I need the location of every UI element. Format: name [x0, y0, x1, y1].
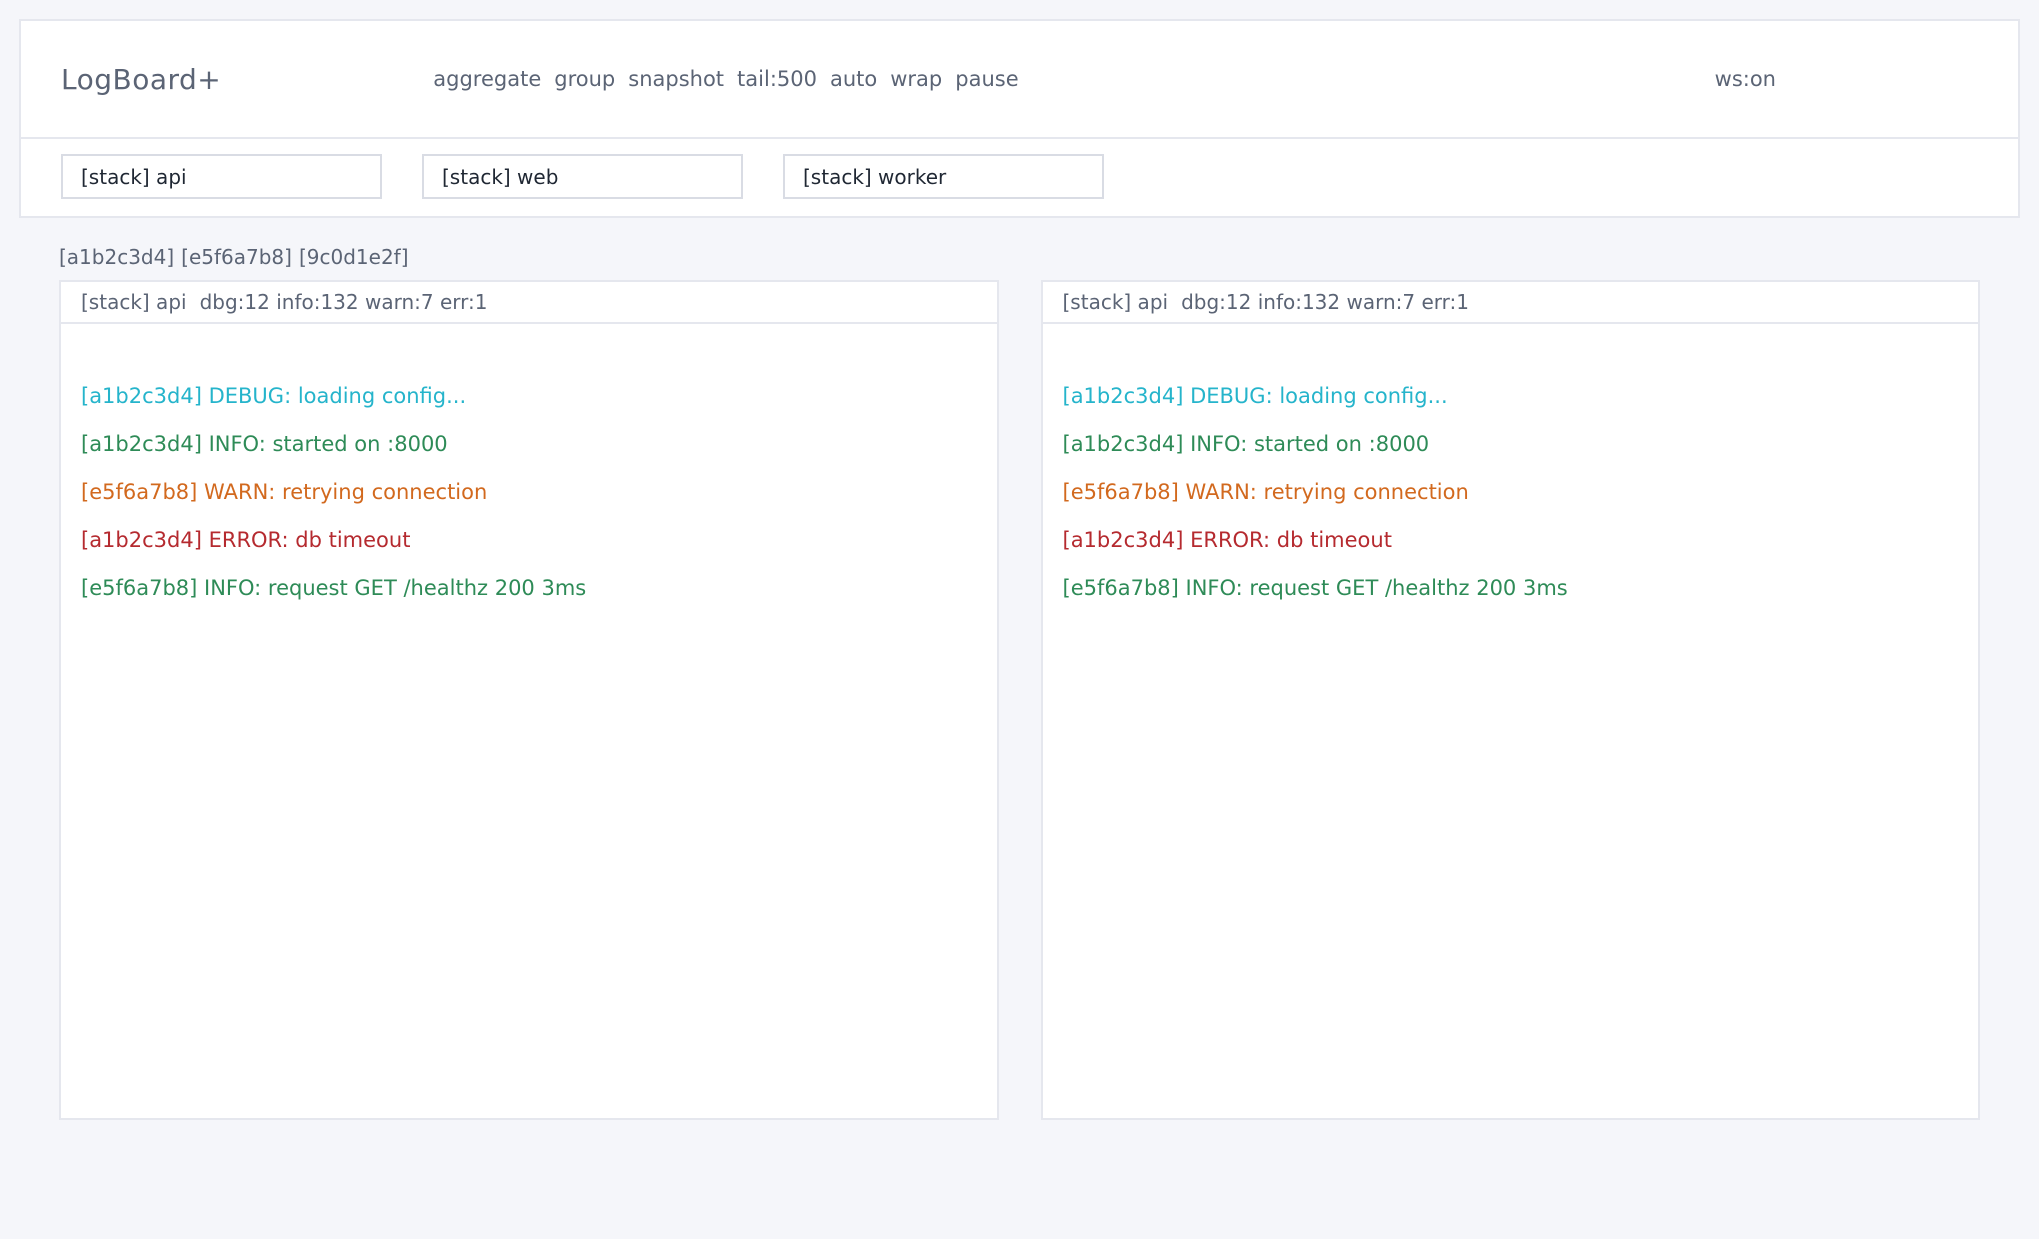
- stack-filter-input-web[interactable]: [422, 154, 743, 199]
- log-line: [e5f6a7b8] WARN: retrying connection: [81, 468, 977, 516]
- app-header: LogBoard+ aggregate group snapshot tail:…: [21, 21, 2018, 137]
- log-line: [a1b2c3d4] ERROR: db timeout: [81, 516, 977, 564]
- stack-filter-input-worker[interactable]: [783, 154, 1104, 199]
- toolbar-item-pause[interactable]: pause: [955, 67, 1018, 91]
- toolbar-item-wrap[interactable]: wrap: [890, 67, 942, 91]
- panel-title: [stack] api: [1063, 290, 1169, 314]
- panel-level-counts: dbg:12 info:132 warn:7 err:1: [1181, 290, 1469, 314]
- ws-status-toggle[interactable]: ws:on: [1715, 67, 1776, 91]
- trace-id: [9c0d1e2f]: [299, 245, 409, 269]
- log-panel-left: [stack] api dbg:12 info:132 warn:7 err:1…: [59, 280, 999, 1120]
- toolbar-item-snapshot[interactable]: snapshot: [628, 67, 724, 91]
- log-line: [a1b2c3d4] INFO: started on :8000: [81, 420, 977, 468]
- log-line: [a1b2c3d4] DEBUG: loading config...: [81, 372, 977, 420]
- trace-id: [a1b2c3d4]: [59, 245, 174, 269]
- log-panels: [stack] api dbg:12 info:132 warn:7 err:1…: [59, 280, 1980, 1120]
- stack-filter-input-api[interactable]: [61, 154, 382, 199]
- top-card: LogBoard+ aggregate group snapshot tail:…: [19, 19, 2020, 218]
- toolbar-item-aggregate[interactable]: aggregate: [433, 67, 541, 91]
- log-line: [a1b2c3d4] DEBUG: loading config...: [1063, 372, 1959, 420]
- panel-header: [stack] api dbg:12 info:132 warn:7 err:1: [61, 282, 997, 324]
- toolbar: aggregate group snapshot tail:500 auto w…: [433, 67, 1018, 91]
- log-line: [e5f6a7b8] INFO: request GET /healthz 20…: [1063, 564, 1959, 612]
- log-line: [a1b2c3d4] INFO: started on :8000: [1063, 420, 1959, 468]
- log-line: [e5f6a7b8] INFO: request GET /healthz 20…: [81, 564, 977, 612]
- panel-header: [stack] api dbg:12 info:132 warn:7 err:1: [1043, 282, 1979, 324]
- app-title: LogBoard+: [61, 63, 221, 96]
- log-viewport[interactable]: [a1b2c3d4] DEBUG: loading config... [a1b…: [1043, 324, 1979, 1118]
- trace-id: [e5f6a7b8]: [181, 245, 292, 269]
- log-panel-right: [stack] api dbg:12 info:132 warn:7 err:1…: [1041, 280, 1981, 1120]
- log-line: [a1b2c3d4] ERROR: db timeout: [1063, 516, 1959, 564]
- log-line: [e5f6a7b8] WARN: retrying connection: [1063, 468, 1959, 516]
- panel-title: [stack] api: [81, 290, 187, 314]
- toolbar-item-group[interactable]: group: [554, 67, 615, 91]
- filter-row: [21, 139, 2018, 216]
- toolbar-item-auto[interactable]: auto: [830, 67, 877, 91]
- toolbar-item-tail[interactable]: tail:500: [737, 67, 817, 91]
- panel-level-counts: dbg:12 info:132 warn:7 err:1: [200, 290, 488, 314]
- log-viewport[interactable]: [a1b2c3d4] DEBUG: loading config... [a1b…: [61, 324, 997, 1118]
- page: LogBoard+ aggregate group snapshot tail:…: [0, 0, 2039, 1120]
- trace-id-list: [a1b2c3d4] [e5f6a7b8] [9c0d1e2f]: [59, 245, 1980, 269]
